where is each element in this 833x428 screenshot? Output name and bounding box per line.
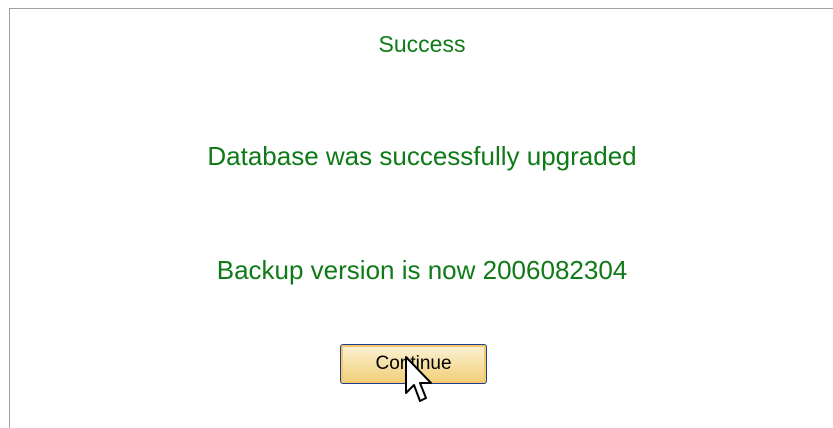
upgrade-message: Database was successfully upgraded bbox=[207, 141, 637, 171]
success-panel: Success Database was successfully upgrad… bbox=[9, 8, 833, 428]
page: Success Database was successfully upgrad… bbox=[0, 0, 833, 428]
version-message: Backup version is now 2006082304 bbox=[216, 255, 628, 285]
continue-button[interactable]: Continue bbox=[340, 344, 487, 384]
success-title: Success bbox=[378, 31, 466, 57]
